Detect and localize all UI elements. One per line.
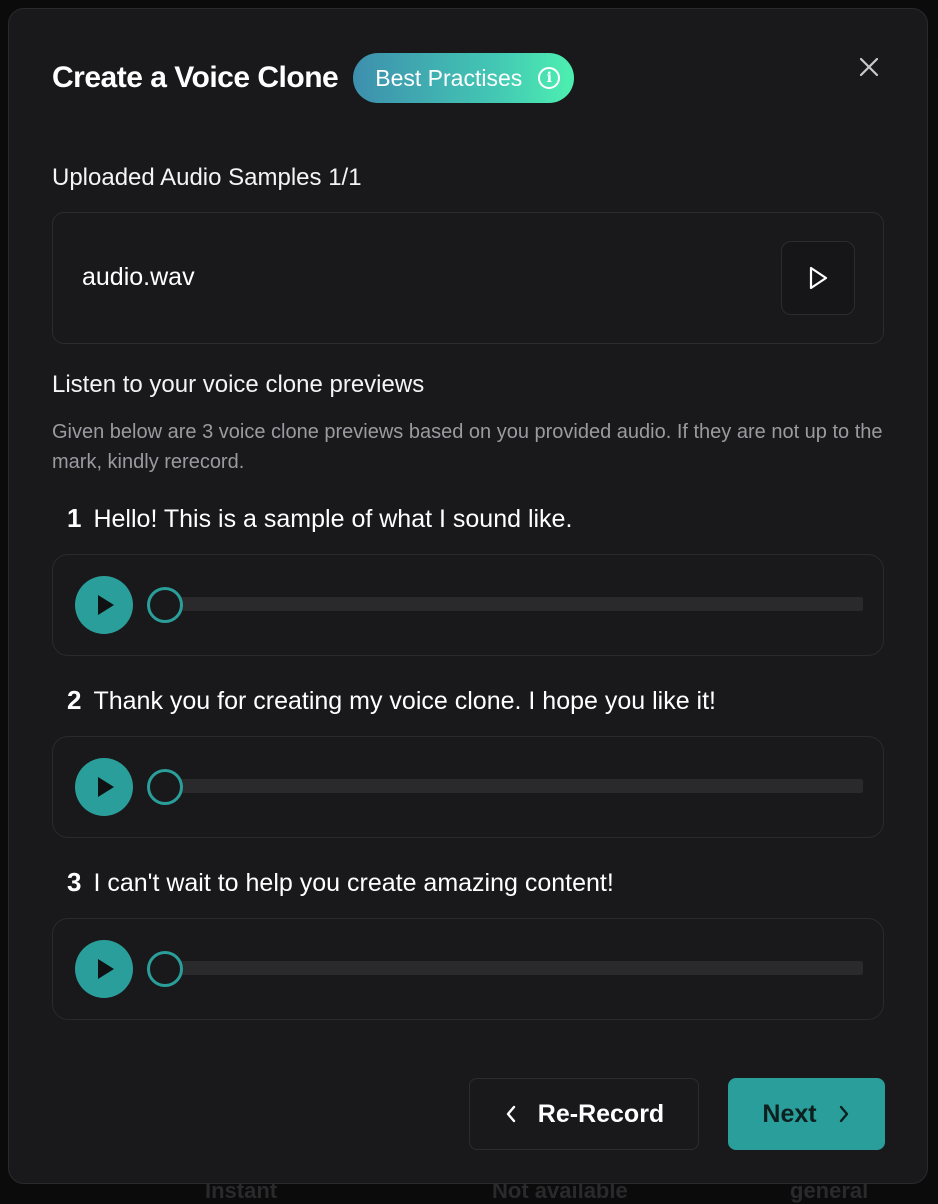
chevron-right-icon — [837, 1104, 851, 1124]
uploaded-file-card: audio.wav — [52, 212, 884, 344]
best-practises-label: Best Practises — [375, 65, 522, 92]
sample-text: Thank you for creating my voice clone. I… — [93, 687, 716, 716]
play-icon — [92, 593, 116, 617]
rerecord-label: Re-Record — [538, 1100, 664, 1129]
previews-heading: Listen to your voice clone previews — [52, 371, 424, 399]
best-practises-button[interactable]: Best Practises i — [353, 53, 574, 103]
rerecord-button[interactable]: Re-Record — [469, 1078, 699, 1150]
audio-player — [52, 554, 884, 656]
close-button[interactable] — [855, 53, 883, 81]
next-button[interactable]: Next — [728, 1078, 885, 1150]
sample-text: Hello! This is a sample of what I sound … — [93, 505, 572, 534]
audio-player — [52, 736, 884, 838]
audio-player — [52, 918, 884, 1020]
progress-track[interactable] — [165, 597, 863, 611]
uploaded-samples-label: Uploaded Audio Samples 1/1 — [52, 164, 362, 192]
play-icon — [92, 957, 116, 981]
sample-play-button[interactable] — [75, 576, 133, 634]
sample-number: 1 — [67, 503, 81, 534]
file-play-button[interactable] — [781, 241, 855, 315]
sample-heading: 2 Thank you for creating my voice clone.… — [67, 685, 716, 716]
sample-play-button[interactable] — [75, 940, 133, 998]
info-icon: i — [538, 67, 560, 89]
sample-heading: 3 I can't wait to help you create amazin… — [67, 867, 614, 898]
modal-header: Create a Voice Clone Best Practises i — [52, 53, 574, 103]
previews-description: Given below are 3 voice clone previews b… — [52, 417, 892, 477]
voice-clone-modal: Create a Voice Clone Best Practises i Up… — [8, 8, 928, 1184]
next-label: Next — [762, 1100, 816, 1129]
close-icon — [855, 53, 883, 81]
sample-number: 2 — [67, 685, 81, 716]
modal-title: Create a Voice Clone — [52, 61, 338, 95]
progress-track[interactable] — [165, 961, 863, 975]
sample-play-button[interactable] — [75, 758, 133, 816]
progress-track[interactable] — [165, 779, 863, 793]
sample-number: 3 — [67, 867, 81, 898]
progress-thumb[interactable] — [147, 951, 183, 987]
progress-thumb[interactable] — [147, 587, 183, 623]
sample-text: I can't wait to help you create amazing … — [93, 869, 613, 898]
uploaded-file-name: audio.wav — [82, 263, 195, 292]
sample-heading: 1 Hello! This is a sample of what I soun… — [67, 503, 572, 534]
progress-thumb[interactable] — [147, 769, 183, 805]
play-icon — [92, 775, 116, 799]
chevron-left-icon — [504, 1104, 518, 1124]
play-icon — [805, 265, 831, 291]
